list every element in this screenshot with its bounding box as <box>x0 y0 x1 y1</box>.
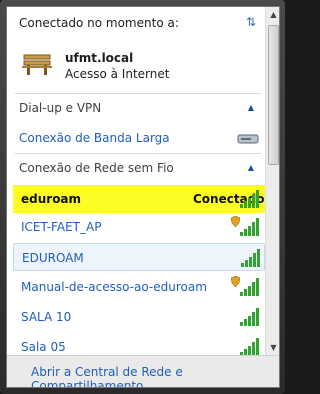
network-name: Manual-de-acesso-ao-eduroam <box>21 280 207 294</box>
current-network-status: Acesso à Internet <box>65 67 170 81</box>
network-item-manual[interactable]: Manual-de-acesso-ao-eduroam <box>13 273 265 301</box>
network-item-icet-faet-ap[interactable]: ICET-FAET_AP <box>13 213 265 241</box>
scrollbar[interactable]: ▲ ▼ <box>265 7 279 355</box>
current-network-name: ufmt.local <box>65 51 134 65</box>
network-name: Sala 05 <box>21 340 66 354</box>
network-flyout: Conectado no momento a: ⇅ ufmt.local Ace… <box>6 6 280 388</box>
signal-icon <box>240 338 259 356</box>
flyout-frame: Conectado no momento a: ⇅ ufmt.local Ace… <box>0 0 285 394</box>
signal-icon <box>240 190 259 208</box>
footer: Abrir a Central de Rede e Compartilhamen… <box>7 355 279 387</box>
chevron-up-icon[interactable]: ▲ <box>245 162 257 174</box>
signal-icon <box>240 308 259 326</box>
bench-icon <box>22 54 52 75</box>
section-wireless-title: Conexão de Rede sem Fio <box>19 161 174 175</box>
signal-icon <box>241 249 260 267</box>
refresh-icon[interactable]: ⇅ <box>243 15 259 29</box>
header-title: Conectado no momento a: <box>19 16 179 30</box>
network-name: ICET-FAET_AP <box>21 220 102 234</box>
network-item-eduroam[interactable]: eduroam Conectado <box>13 185 265 213</box>
signal-icon <box>240 218 259 236</box>
network-name: SALA 10 <box>21 310 72 324</box>
network-item-eduroam-upper[interactable]: EDUROAM <box>13 243 265 271</box>
scroll-thumb[interactable] <box>268 25 279 165</box>
scroll-up-icon[interactable]: ▲ <box>266 7 279 22</box>
signal-icon <box>240 278 259 296</box>
chevron-up-icon[interactable]: ▲ <box>245 102 257 114</box>
divider <box>15 153 261 154</box>
modem-icon <box>237 134 259 144</box>
broadband-connection-link[interactable]: Conexão de Banda Larga <box>19 131 170 145</box>
divider <box>15 93 261 94</box>
network-item-sala-10[interactable]: SALA 10 <box>13 303 265 331</box>
network-list-area: Conectado no momento a: ⇅ ufmt.local Ace… <box>7 7 265 356</box>
network-name: eduroam <box>21 192 82 206</box>
scroll-down-icon[interactable]: ▼ <box>266 340 279 355</box>
network-center-link[interactable]: Abrir a Central de Rede e Compartilhamen… <box>31 365 279 387</box>
section-dialup-title: Dial-up e VPN <box>19 101 102 115</box>
network-name: EDUROAM <box>22 251 84 265</box>
